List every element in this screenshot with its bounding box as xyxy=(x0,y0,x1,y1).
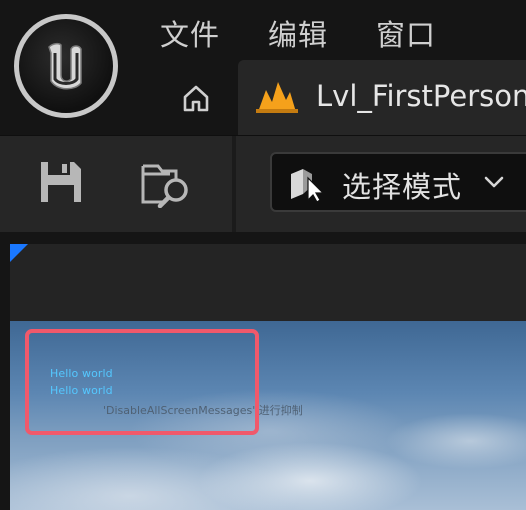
chevron-down-icon xyxy=(484,176,504,188)
menu-item-window[interactable]: 窗口 xyxy=(376,12,436,54)
folder-search-icon xyxy=(141,164,188,209)
highlight-box xyxy=(25,329,259,435)
mode-dropdown-label: 选择模式 xyxy=(342,170,463,204)
level-icon xyxy=(256,82,298,113)
home-tab[interactable] xyxy=(170,72,222,124)
unreal-logo-icon[interactable] xyxy=(14,14,118,118)
viewport-left-edge xyxy=(0,244,10,510)
save-icon xyxy=(41,162,81,202)
select-mode-icon xyxy=(291,169,325,202)
viewport-corner-marker xyxy=(10,244,28,262)
menu-item-edit[interactable]: 编辑 xyxy=(268,12,328,54)
mode-dropdown[interactable]: 选择模式 xyxy=(270,152,526,212)
title-bar: 文件 编辑 窗口 Lvl_FirstPerson xyxy=(0,0,526,136)
toolbar-bottom-edge xyxy=(0,232,526,244)
tab-level[interactable]: Lvl_FirstPerson xyxy=(238,60,526,136)
save-button[interactable] xyxy=(38,159,84,209)
toolbar-divider xyxy=(232,136,236,233)
menu-item-file[interactable]: 文件 xyxy=(160,12,220,54)
home-icon xyxy=(183,85,209,112)
browse-content-button[interactable] xyxy=(140,158,196,212)
main-toolbar: 选择模式 xyxy=(0,135,526,233)
menu-bar: 文件 编辑 窗口 xyxy=(160,12,436,54)
level-tab-label: Lvl_FirstPerson xyxy=(316,79,526,113)
